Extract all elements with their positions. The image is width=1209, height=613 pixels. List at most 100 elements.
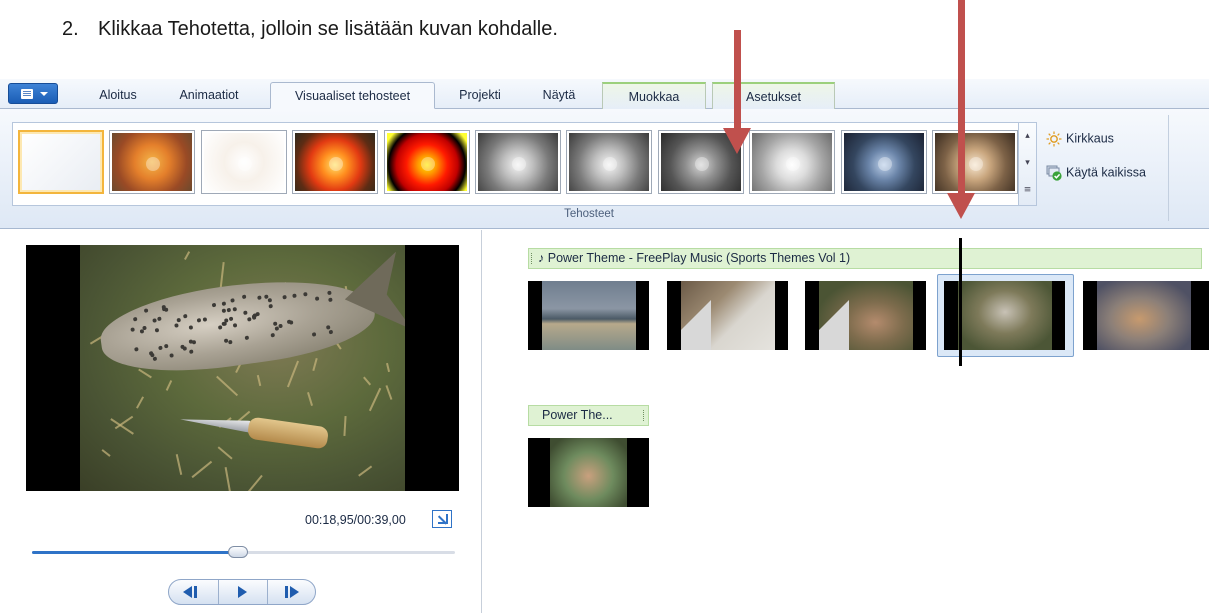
instruction-number: 2. (62, 18, 79, 40)
effect-grayscale-1[interactable] (475, 130, 561, 194)
effect-no-effect[interactable] (18, 130, 104, 194)
annotation-arrow-2-shaft (958, 0, 965, 194)
effect-thumbnail (203, 133, 284, 191)
fish-spot (327, 297, 333, 303)
apply-all-icon (1046, 165, 1062, 181)
grass-strand (175, 453, 182, 475)
sun-icon (1046, 131, 1062, 147)
fish-spot (164, 343, 169, 348)
grass-strand (312, 358, 319, 372)
fish-spot (226, 307, 231, 313)
next-frame-button[interactable] (267, 580, 315, 604)
fish-spot (158, 345, 163, 350)
grass-strand (135, 396, 144, 410)
effect-thumbnail (295, 133, 376, 191)
grass-strand (217, 446, 233, 460)
effect-posterize[interactable] (383, 130, 470, 194)
seek-fill (32, 551, 238, 554)
next-frame-bar (285, 586, 288, 598)
transition-corner (681, 281, 711, 350)
effect-thumbnail (386, 133, 467, 191)
fish-spot (246, 317, 252, 322)
fish-spot (188, 349, 194, 354)
clip-1-lake[interactable] (528, 281, 649, 350)
group-separator (1168, 115, 1169, 221)
music-track-1[interactable]: ♪ Power Theme - FreePlay Music (Sports T… (528, 248, 1202, 269)
fish-spot (142, 325, 148, 330)
brightness-button[interactable]: Kirkkaus (1046, 131, 1114, 147)
video-preview[interactable] (26, 245, 459, 491)
fish-spot (268, 303, 274, 309)
tab-visuaaliset-tehosteet[interactable]: Visuaaliset tehosteet (270, 82, 435, 109)
clip-6-hands[interactable] (528, 438, 649, 507)
effect-thumbnail (752, 133, 833, 191)
effect-edge[interactable] (200, 130, 287, 194)
clip-3-hand[interactable] (805, 281, 926, 350)
fish-spot (232, 323, 238, 328)
fish-spot (315, 296, 320, 302)
grass-strand (101, 448, 111, 457)
flower-center (694, 157, 709, 171)
tab-asetukset[interactable]: Asetukset (712, 82, 835, 109)
previous-frame-button[interactable] (169, 580, 217, 604)
preview-pane: 00:18,95/00:39,00 (0, 230, 482, 613)
tab-aloitus[interactable]: Aloitus (82, 82, 154, 109)
fish-photo (80, 245, 405, 491)
fish-spot (328, 330, 334, 335)
effect-sepia[interactable] (932, 130, 1018, 194)
tab-animaatiot[interactable]: Animaatiot (163, 82, 255, 109)
effect-thumbnail (22, 134, 100, 190)
application-menu-button[interactable] (8, 83, 58, 104)
grass-strand (138, 368, 152, 379)
effect-thumbnail (478, 133, 558, 191)
fish-spot (188, 325, 193, 331)
fish-spot (242, 310, 248, 315)
grass-strand (216, 376, 238, 397)
flower-center (237, 157, 252, 171)
fish-spot (221, 300, 226, 306)
gallery-up-icon[interactable]: ▴ (1019, 123, 1036, 150)
music-grip (531, 253, 532, 264)
gallery-scroll[interactable]: ▴ ▾ ≡ (1018, 122, 1037, 206)
grass-strand (363, 376, 372, 386)
tab-nayta[interactable]: Näytä (526, 82, 592, 109)
flower-center (786, 157, 801, 171)
flower-center (146, 157, 161, 171)
music-track-2[interactable]: Power The... (528, 405, 649, 426)
fish-spot (144, 308, 149, 313)
playhead[interactable] (959, 238, 962, 366)
effect-cyan-tone[interactable] (840, 130, 927, 194)
clip-2-net[interactable] (667, 281, 788, 350)
tab-projekti[interactable]: Projekti (443, 82, 517, 109)
effect-grayscale-2[interactable] (566, 130, 653, 194)
gallery-more-icon[interactable]: ≡ (1019, 177, 1036, 204)
fish-spot (152, 356, 157, 361)
grass-strand (247, 474, 264, 491)
gallery-down-icon[interactable]: ▾ (1019, 150, 1036, 177)
fish-spot (312, 332, 317, 338)
effects-gallery (12, 122, 1029, 206)
seek-thumb[interactable] (227, 546, 248, 558)
tab-muokkaa[interactable]: Muokkaa (602, 82, 706, 109)
grass-strand (183, 251, 190, 261)
ribbon-tab-bar: Aloitus Animaatiot Visuaaliset tehosteet… (0, 79, 1209, 109)
apply-to-all-button[interactable]: Käytä kaikissa (1046, 165, 1146, 181)
play-button[interactable] (218, 580, 266, 604)
music-track-1-label: Power Theme - FreePlay Music (Sports The… (547, 251, 851, 265)
seek-bar[interactable] (32, 546, 455, 558)
fish-spot (257, 295, 262, 301)
transition-corner (819, 281, 849, 350)
fullscreen-button[interactable] (432, 510, 452, 528)
apply-all-label: Käytä kaikissa (1066, 165, 1146, 180)
fish-spot (180, 344, 185, 349)
effect-warm[interactable] (292, 130, 379, 194)
grass-strand (307, 392, 314, 406)
fish-spot (326, 291, 332, 296)
flower-center (969, 157, 983, 171)
effect-grayscale-4[interactable] (749, 130, 836, 194)
effect-thumbnail (843, 133, 924, 191)
transport-controls (168, 579, 316, 605)
clip-4-fish-selected[interactable] (944, 281, 1065, 350)
effect-blur[interactable] (109, 130, 196, 194)
clip-5-fish-box[interactable] (1083, 281, 1209, 350)
